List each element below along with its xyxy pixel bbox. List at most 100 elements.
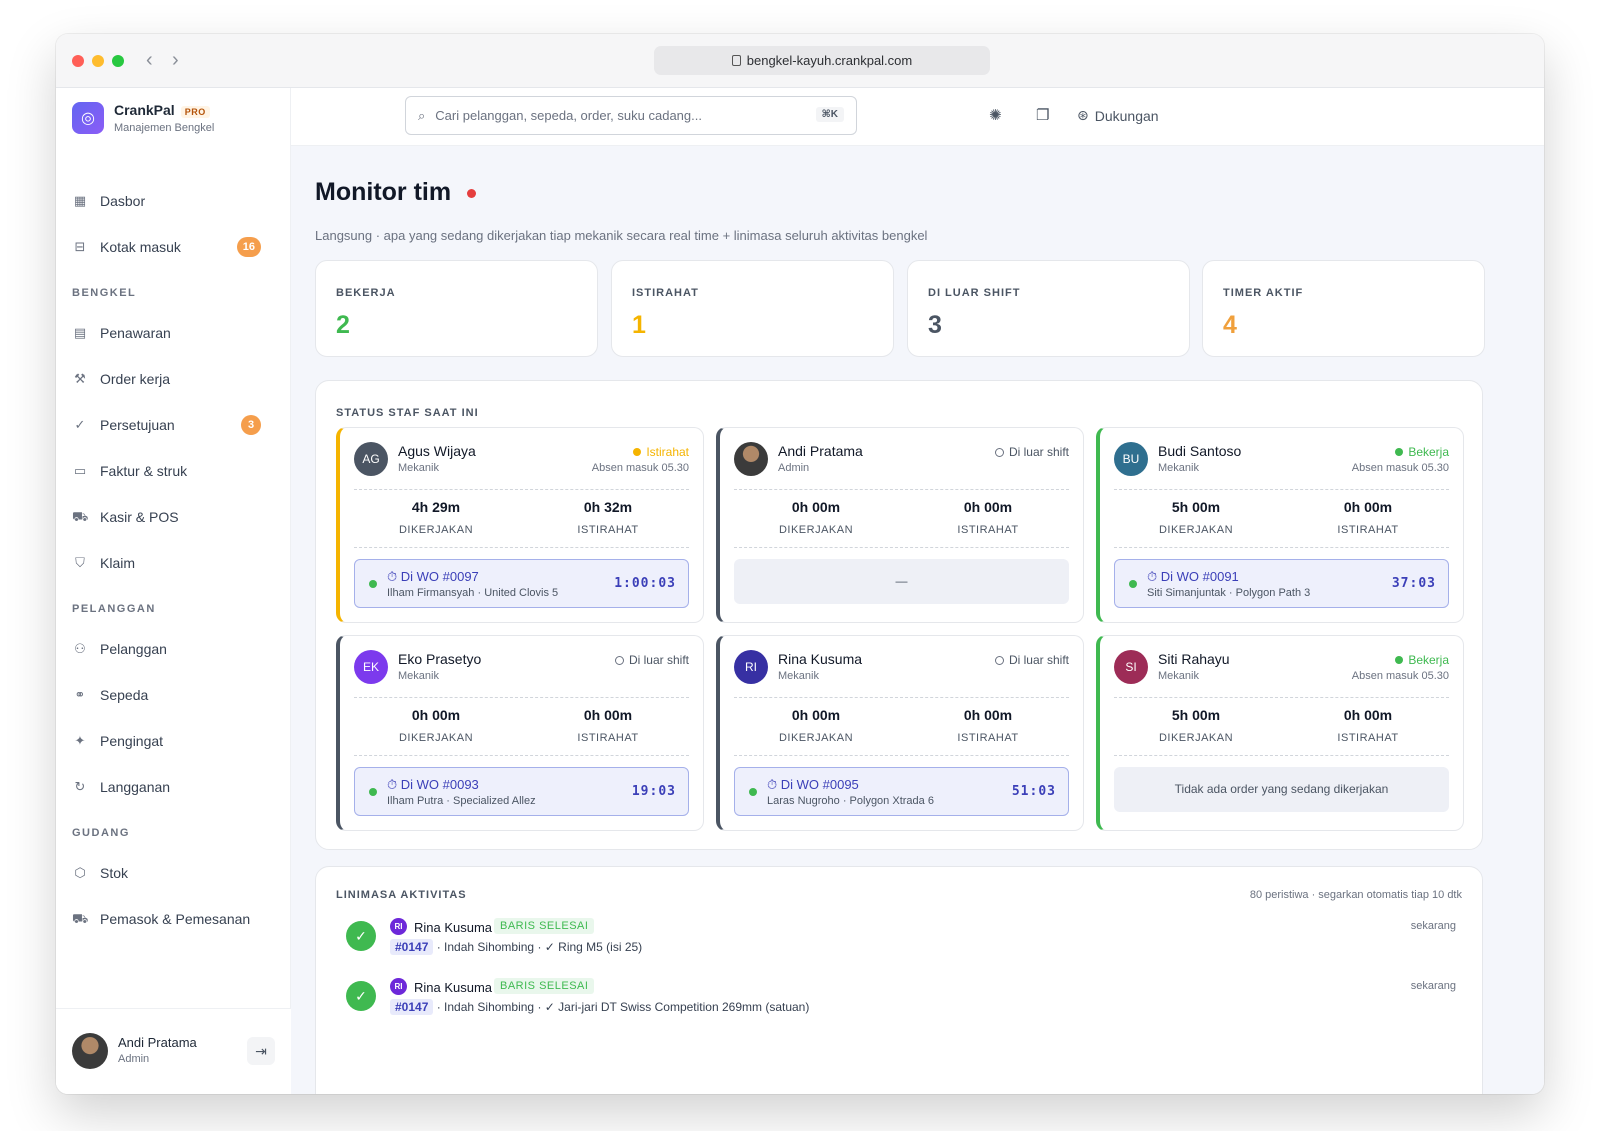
address-bar[interactable]: bengkel-kayuh.crankpal.com xyxy=(654,46,990,75)
sidebar-item-inbox[interactable]: ⊟ Kotak masuk 16 xyxy=(56,224,291,270)
status-badge: Bekerja xyxy=(1395,653,1449,667)
work-order-link[interactable]: #0147 xyxy=(390,999,434,1015)
staff-role: Mekanik xyxy=(398,670,439,682)
sidebar-item-subscriptions[interactable]: ↻ Langganan xyxy=(56,764,291,810)
event-tag: BARIS SELESAI xyxy=(494,978,595,994)
active-work-order[interactable]: ⏱ Di WO #0097 Ilham Firmansyah · United C… xyxy=(354,559,689,608)
section-label-pelanggan: PELANGGAN xyxy=(72,603,156,615)
break-metric: 0h 00m ISTIRAHAT xyxy=(903,707,1073,744)
check-circle-icon: ✓ xyxy=(74,417,86,432)
stat-label: BEKERJA xyxy=(336,287,396,299)
status-label: Bekerja xyxy=(1408,653,1449,667)
work-order-link[interactable]: ⏱ Di WO #0091 xyxy=(1147,569,1239,585)
event-avatar: RI xyxy=(390,978,407,995)
sidebar-item-approvals[interactable]: ✓ Persetujuan 3 xyxy=(56,402,291,448)
maximize-window-button[interactable] xyxy=(112,55,124,67)
sidebar-item-claims[interactable]: ⛉ Klaim xyxy=(56,540,291,586)
users-icon: ⚇ xyxy=(74,641,86,656)
active-work-order[interactable]: ⏱ Di WO #0093 Ilham Putra · Specialized A… xyxy=(354,767,689,816)
status-ring-icon xyxy=(614,655,624,665)
user-avatar[interactable] xyxy=(72,1033,108,1069)
grid-icon: ▦ xyxy=(73,193,87,208)
user-role: Admin xyxy=(118,1053,150,1065)
logout-icon[interactable]: ⇥ xyxy=(247,1037,275,1065)
sidebar-item-invoices[interactable]: ▭ Faktur & struk xyxy=(56,448,291,494)
search-icon: ⌕ xyxy=(418,107,426,123)
work-order-link[interactable]: ⏱ Di WO #0097 xyxy=(387,569,479,585)
break-value: 0h 00m xyxy=(583,707,633,723)
status-label: Di luar shift xyxy=(1008,445,1069,459)
stat-value: 3 xyxy=(928,311,942,339)
sidebar-item-customers[interactable]: ⚇ Pelanggan xyxy=(56,626,291,672)
stat-value: 4 xyxy=(1223,311,1237,339)
sidebar-nav: ▦ Dasbor ⊟ Kotak masuk 16 BENGKEL ▤ Penawara… xyxy=(56,178,291,942)
sidebar-item-bikes[interactable]: ⚭ Sepeda xyxy=(56,672,291,718)
staff-card[interactable]: RI Rina Kusuma Mekanik Di luar shift 0h 00m D… xyxy=(716,635,1084,831)
timeline-event[interactable]: ✓ RI Rina Kusuma BARIS SELESAI #0147 · Indah… xyxy=(346,915,1456,967)
brand[interactable]: ◎ CrankPal PRO Manajemen Bengkel xyxy=(72,102,214,134)
avatar: RI xyxy=(734,650,768,684)
sidebar-item-dashboard[interactable]: ▦ Dasbor xyxy=(56,178,291,224)
stat-label: TIMER AKTIF xyxy=(1223,287,1304,299)
staff-card[interactable]: BU Budi Santoso Mekanik Bekerja Absen masuk … xyxy=(1096,427,1464,623)
worked-metric: 5h 00m DIKERJAKAN xyxy=(1111,707,1281,744)
work-order-detail: Laras Nugroho · Polygon Xtrada 6 xyxy=(767,795,934,807)
staff-card[interactable]: AG Agus Wijaya Mekanik Istirahat Absen masuk… xyxy=(336,427,704,623)
staff-role: Mekanik xyxy=(1158,462,1199,474)
sidebar-item-pos[interactable]: ⛟ Kasir & POS xyxy=(56,494,291,540)
sidebar-item-reminders[interactable]: ✦ Pengingat xyxy=(56,718,291,764)
break-metric: 0h 00m ISTIRAHAT xyxy=(1283,707,1453,744)
event-avatar: RI xyxy=(390,918,407,935)
cart-icon: ⛟ xyxy=(72,509,89,524)
break-metric: 0h 00m ISTIRAHAT xyxy=(523,707,693,744)
book-icon[interactable]: ❐ xyxy=(1036,106,1049,124)
active-dot-icon xyxy=(369,580,377,588)
status-badge: Bekerja xyxy=(1395,445,1449,459)
avatar: AG xyxy=(354,442,388,476)
work-order-timer: 37:03 xyxy=(1391,576,1436,591)
break-label: ISTIRAHAT xyxy=(957,524,1019,536)
status-ring-icon xyxy=(994,447,1004,457)
staff-role: Admin xyxy=(778,462,810,474)
staff-card[interactable]: Andi Pratama Admin Di luar shift 0h 00m DIKE… xyxy=(716,427,1084,623)
sidebar-item-work-orders[interactable]: ⚒ Order kerja xyxy=(56,356,291,402)
work-order-link[interactable]: #0147 xyxy=(390,939,434,955)
active-work-order[interactable]: ⏱ Di WO #0095 Laras Nugroho · Polygon Xtr… xyxy=(734,767,1069,816)
work-order-timer: 1:00:03 xyxy=(614,576,676,591)
timeline-event[interactable]: ✓ RI Rina Kusuma BARIS SELESAI #0147 · Indah… xyxy=(346,975,1456,1027)
bug-icon[interactable]: ✺ xyxy=(989,106,1002,124)
browser-chrome: ‹ › bengkel-kayuh.crankpal.com xyxy=(56,34,1544,88)
sidebar-item-quotes[interactable]: ▤ Penawaran xyxy=(56,310,291,356)
sidebar-item-suppliers[interactable]: ⛟ Pemasok & Pemesanan xyxy=(56,896,291,942)
minimize-window-button[interactable] xyxy=(92,55,104,67)
brand-name: CrankPal xyxy=(114,102,175,118)
forward-arrow-icon[interactable]: › xyxy=(172,48,179,72)
staff-card[interactable]: SI Siti Rahayu Mekanik Bekerja Absen masuk 0… xyxy=(1096,635,1464,831)
break-metric: 0h 00m ISTIRAHAT xyxy=(1283,499,1453,536)
back-arrow-icon[interactable]: ‹ xyxy=(146,48,153,72)
clock-in-time: Absen masuk 05.30 xyxy=(591,462,689,474)
stat-value: 2 xyxy=(336,311,350,339)
break-metric: 0h 00m ISTIRAHAT xyxy=(903,499,1073,536)
event-time: sekarang xyxy=(1410,980,1456,992)
search-input[interactable]: ⌕ Cari pelanggan, sepeda, order, suku ca… xyxy=(405,96,857,135)
worked-label: DIKERJAKAN xyxy=(778,732,854,744)
section-label-bengkel: BENGKEL xyxy=(72,287,137,299)
sidebar: ◎ CrankPal PRO Manajemen Bengkel ▦ Dasbor … xyxy=(56,88,291,1094)
break-label: ISTIRAHAT xyxy=(1337,732,1399,744)
work-order-link[interactable]: ⏱ Di WO #0095 xyxy=(767,777,859,793)
staff-name: Rina Kusuma xyxy=(778,651,863,667)
lock-icon xyxy=(731,55,741,66)
active-work-order[interactable]: ⏱ Di WO #0091 Siti Simanjuntak · Polygon … xyxy=(1114,559,1449,608)
approvals-count-badge: 3 xyxy=(241,415,261,435)
close-window-button[interactable] xyxy=(72,55,84,67)
sidebar-item-stock[interactable]: ⬡ Stok xyxy=(56,850,291,896)
staff-card[interactable]: EK Eko Prasetyo Mekanik Di luar shift 0h 00m… xyxy=(336,635,704,831)
page-title: Monitor tim xyxy=(315,178,477,207)
support-button[interactable]: ⊛ Dukungan xyxy=(1077,107,1159,124)
break-label: ISTIRAHAT xyxy=(957,732,1019,744)
break-label: ISTIRAHAT xyxy=(1337,524,1399,536)
worked-value: 4h 29m xyxy=(411,499,461,515)
card-divider xyxy=(354,697,689,698)
work-order-link[interactable]: ⏱ Di WO #0093 xyxy=(387,777,479,793)
